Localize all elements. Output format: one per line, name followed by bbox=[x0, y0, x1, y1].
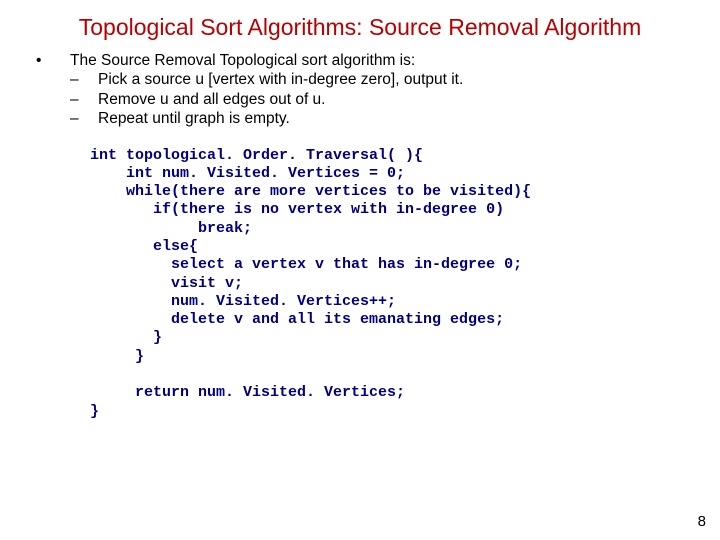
dash-marker: – bbox=[70, 109, 98, 128]
sub-bullet-text: Remove u and all edges out of u. bbox=[98, 90, 690, 109]
slide-title: Topological Sort Algorithms: Source Remo… bbox=[0, 0, 720, 51]
dash-marker: – bbox=[70, 90, 98, 109]
sub-bullet-item: – Remove u and all edges out of u. bbox=[30, 90, 690, 109]
page-number: 8 bbox=[698, 513, 706, 530]
slide-body: • The Source Removal Topological sort al… bbox=[0, 51, 720, 421]
bullet-marker: • bbox=[30, 51, 70, 70]
sub-bullet-item: – Pick a source u [vertex with in-degree… bbox=[30, 70, 690, 89]
dash-marker: – bbox=[70, 70, 98, 89]
code-block: int topological. Order. Traversal( ){ in… bbox=[30, 129, 690, 421]
sub-bullet-text: Pick a source u [vertex with in-degree z… bbox=[98, 70, 690, 89]
sub-bullet-text: Repeat until graph is empty. bbox=[98, 109, 690, 128]
sub-bullet-item: – Repeat until graph is empty. bbox=[30, 109, 690, 128]
bullet-text: The Source Removal Topological sort algo… bbox=[70, 51, 690, 70]
bullet-item: • The Source Removal Topological sort al… bbox=[30, 51, 690, 70]
slide: Topological Sort Algorithms: Source Remo… bbox=[0, 0, 720, 540]
